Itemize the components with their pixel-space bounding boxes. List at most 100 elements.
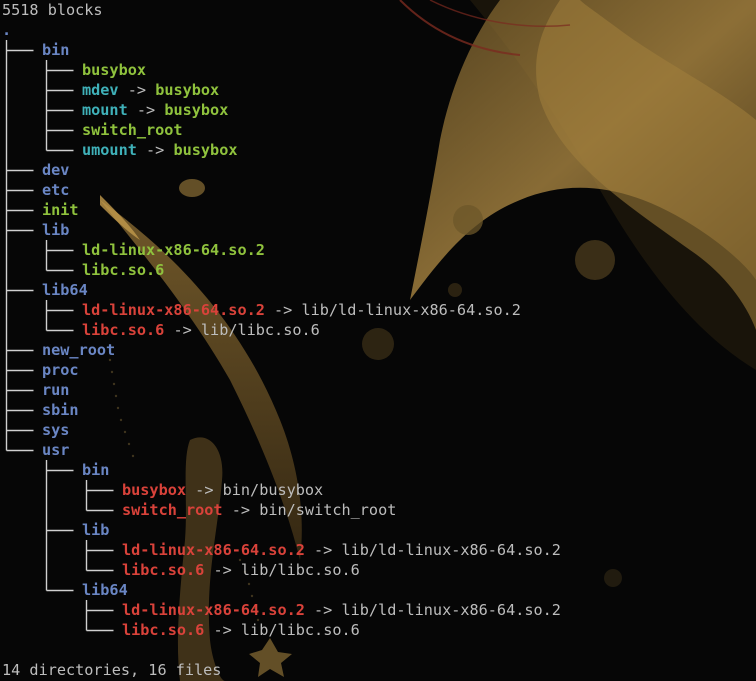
tree-branch-lines	[2, 520, 82, 540]
tree-branch-lines	[2, 600, 122, 620]
symlink-arrow: ->	[274, 301, 293, 319]
directory-name: new_root	[42, 341, 116, 359]
tree-entry: init	[2, 200, 754, 220]
symlink-arrow: ->	[173, 321, 192, 339]
directory-name: sys	[42, 421, 70, 439]
tree-entry: lib	[2, 220, 754, 240]
tree-entry: ld-linux-x86-64.so.2	[2, 240, 754, 260]
tree-entry: busybox	[2, 60, 754, 80]
file-name: switch_root	[82, 121, 183, 139]
symlink-arrow: ->	[213, 621, 232, 639]
symlink-target: busybox	[164, 101, 229, 119]
symlink-target: lib/libc.so.6	[240, 561, 360, 579]
tree-entry: libc.so.6 -> lib/libc.so.6	[2, 560, 754, 580]
directory-name: dev	[42, 161, 70, 179]
tree-branch-lines	[2, 340, 42, 360]
tree-branch-lines	[2, 280, 42, 300]
terminal-window[interactable]: 5518 blocks . bin busybox mdev -> busybox m…	[0, 0, 756, 681]
tree-entry: switch_root	[2, 120, 754, 140]
directory-name: lib64	[42, 281, 88, 299]
tree-entry: proc	[2, 360, 754, 380]
tree-output[interactable]: 5518 blocks . bin busybox mdev -> busybox m…	[2, 0, 754, 680]
tree-entry: lib64	[2, 280, 754, 300]
tree-branch-lines	[2, 140, 82, 160]
tree-entry: lib	[2, 520, 754, 540]
file-name: umount	[82, 141, 137, 159]
file-name: ld-linux-x86-64.so.2	[82, 301, 265, 319]
symlink-arrow: ->	[195, 481, 214, 499]
tree-branch-lines	[2, 60, 82, 80]
symlink-target: busybox	[155, 81, 220, 99]
tree-entry: usr	[2, 440, 754, 460]
tree-branch-lines	[2, 380, 42, 400]
directory-name: bin	[42, 41, 70, 59]
file-name: libc.so.6	[122, 621, 205, 639]
tree-entry: ld-linux-x86-64.so.2 -> lib/ld-linux-x86…	[2, 540, 754, 560]
tree-branch-lines	[2, 400, 42, 420]
tree-branch-lines	[2, 420, 42, 440]
file-name: busybox	[82, 61, 147, 79]
tree-branch-lines	[2, 540, 122, 560]
tree-branch-lines	[2, 160, 42, 180]
symlink-arrow: ->	[213, 561, 232, 579]
file-name: mdev	[82, 81, 119, 99]
symlink-target: bin/switch_root	[259, 501, 397, 519]
file-name: libc.so.6	[82, 261, 165, 279]
symlink-target: lib/ld-linux-x86-64.so.2	[341, 601, 561, 619]
file-name: busybox	[122, 481, 187, 499]
tree-branch-lines	[2, 40, 42, 60]
tree-branch-lines	[2, 320, 82, 340]
tree-branch-lines	[2, 440, 42, 460]
tree-entry: bin	[2, 460, 754, 480]
tree-entry: libc.so.6	[2, 260, 754, 280]
directory-name: lib64	[82, 581, 128, 599]
file-name: ld-linux-x86-64.so.2	[82, 241, 265, 259]
symlink-target: lib/libc.so.6	[240, 621, 360, 639]
tree-entry: ld-linux-x86-64.so.2 -> lib/ld-linux-x86…	[2, 300, 754, 320]
tree-entry: etc	[2, 180, 754, 200]
directory-name: etc	[42, 181, 70, 199]
tree-branch-lines	[2, 240, 82, 260]
file-name: ld-linux-x86-64.so.2	[122, 601, 305, 619]
symlink-arrow: ->	[231, 501, 251, 519]
directory-name: bin	[82, 461, 110, 479]
summary-line: 14 directories, 16 files	[2, 661, 222, 679]
tree-entry: busybox -> bin/busybox	[2, 480, 754, 500]
block-count-line: 5518 blocks	[2, 1, 103, 19]
tree-entry: dev	[2, 160, 754, 180]
tree-entry: new_root	[2, 340, 754, 360]
directory-name: lib	[82, 521, 110, 539]
tree-entry: lib64	[2, 580, 754, 600]
tree-entry: ld-linux-x86-64.so.2 -> lib/ld-linux-x86…	[2, 600, 754, 620]
tree-branch-lines	[2, 300, 82, 320]
tree-branch-lines	[2, 260, 82, 280]
tree-entry: libc.so.6 -> lib/libc.so.6	[2, 320, 754, 340]
tree-entry: run	[2, 380, 754, 400]
file-name: init	[42, 201, 79, 219]
symlink-arrow: ->	[314, 541, 333, 559]
tree-branch-lines	[2, 220, 42, 240]
tree-branch-lines	[2, 200, 42, 220]
tree-branch-lines	[2, 360, 42, 380]
tree-branch-lines	[2, 100, 82, 120]
tree-entry: sbin	[2, 400, 754, 420]
tree-branch-lines	[2, 620, 122, 640]
tree-entry: bin	[2, 40, 754, 60]
tree-listing: bin busybox mdev -> busybox mount -> busybo…	[2, 40, 754, 640]
directory-name: run	[42, 381, 70, 399]
tree-branch-lines	[2, 480, 122, 500]
tree-entry: mdev -> busybox	[2, 80, 754, 100]
tree-branch-lines	[2, 80, 82, 100]
directory-name: sbin	[42, 401, 79, 419]
tree-entry: mount -> busybox	[2, 100, 754, 120]
symlink-target: lib/ld-linux-x86-64.so.2	[341, 541, 561, 559]
symlink-target: bin/busybox	[222, 481, 324, 499]
tree-root: .	[2, 21, 12, 39]
tree-entry: switch_root -> bin/switch_root	[2, 500, 754, 520]
tree-branch-lines	[2, 180, 42, 200]
directory-name: proc	[42, 361, 79, 379]
file-name: switch_root	[122, 501, 223, 519]
tree-branch-lines	[2, 580, 82, 600]
tree-branch-lines	[2, 500, 122, 520]
